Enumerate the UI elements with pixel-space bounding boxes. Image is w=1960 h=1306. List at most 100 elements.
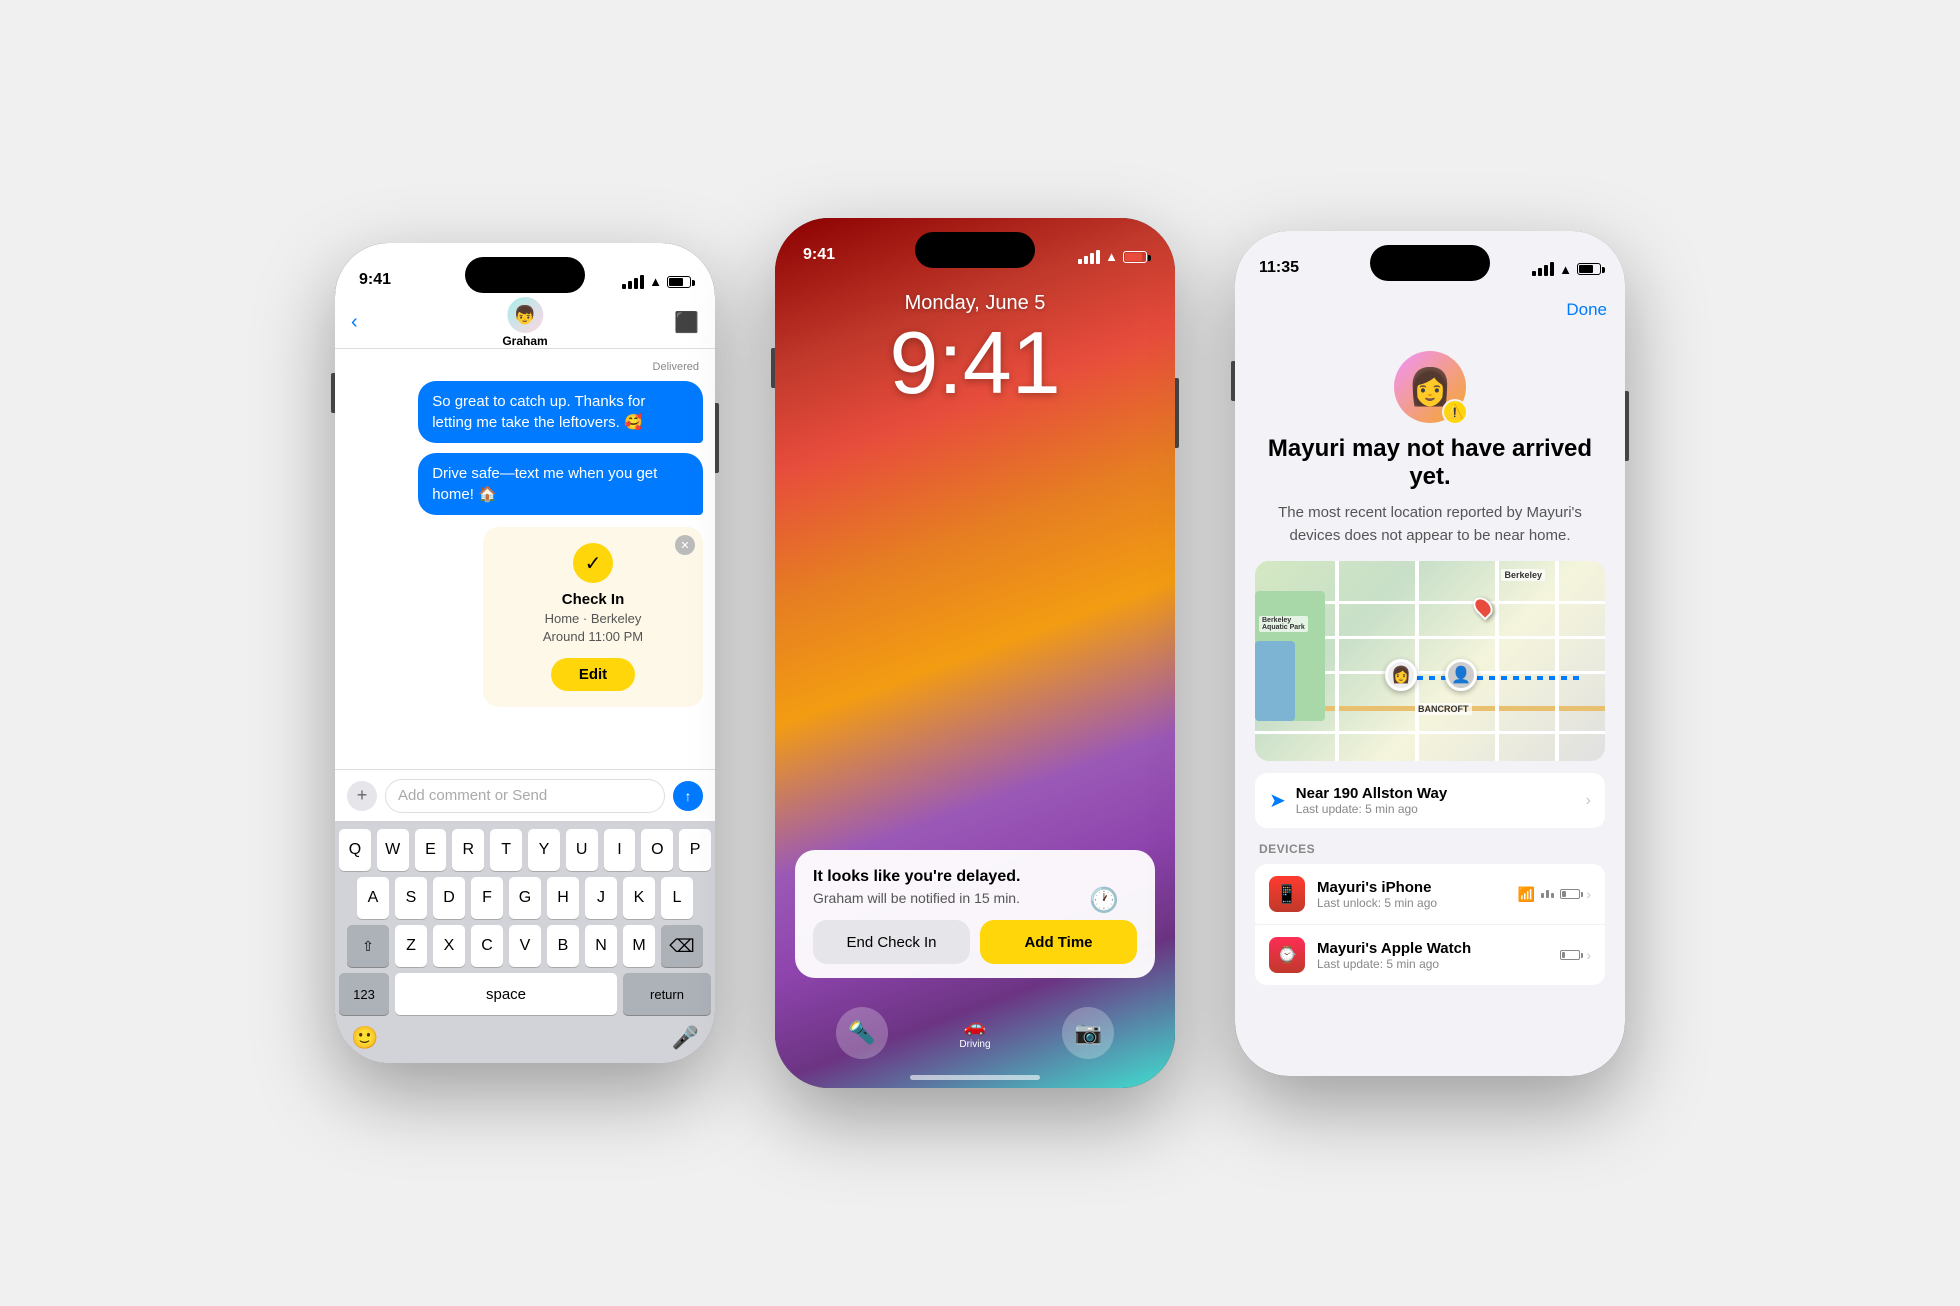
key-s[interactable]: S — [395, 877, 427, 919]
iphone-device-row[interactable]: 📱 Mayuri's iPhone Last unlock: 5 min ago… — [1255, 864, 1605, 924]
key-b[interactable]: B — [547, 925, 579, 967]
camera-icon: 📷 — [1075, 1020, 1102, 1046]
iphone-device-status: 📶 › — [1518, 886, 1591, 903]
lock-status-time: 9:41 — [803, 246, 835, 264]
iphone-device-name: Mayuri's iPhone — [1317, 879, 1437, 896]
watch-device-update: Last update: 5 min ago — [1317, 957, 1471, 971]
key-k[interactable]: K — [623, 877, 655, 919]
checkin-detail-line2: Around 11:00 PM — [543, 629, 643, 644]
signal-icon — [622, 275, 644, 289]
location-info-row[interactable]: ➤ Near 190 Allston Way Last update: 5 mi… — [1255, 773, 1605, 828]
lock-signal-bar-1 — [1078, 259, 1082, 264]
warning-badge: ⚠️ — [1442, 399, 1468, 425]
key-v[interactable]: V — [509, 925, 541, 967]
signal-bar-2 — [628, 281, 632, 289]
iphone-sig-3 — [1551, 893, 1554, 898]
key-r[interactable]: R — [452, 829, 484, 871]
key-o[interactable]: O — [641, 829, 673, 871]
key-n[interactable]: N — [585, 925, 617, 967]
add-attachment-button[interactable]: + — [347, 781, 377, 811]
lock-signal-bar-4 — [1096, 250, 1100, 264]
checkin-close-button[interactable]: ✕ — [675, 535, 695, 555]
flashlight-button[interactable]: 🔦 — [836, 1007, 888, 1059]
alert-wifi-icon: ▲ — [1559, 262, 1572, 277]
mic-button[interactable]: 🎤 — [672, 1025, 699, 1051]
done-button[interactable]: Done — [1566, 300, 1607, 320]
location-update-time: Last update: 5 min ago — [1296, 802, 1576, 816]
key-l[interactable]: L — [661, 877, 693, 919]
iphone-icon: 📱 — [1276, 884, 1298, 905]
shift-key[interactable]: ⇧ — [347, 925, 389, 967]
contact-name: Graham — [502, 334, 547, 348]
key-m[interactable]: M — [623, 925, 655, 967]
alert-status-time: 11:35 — [1259, 259, 1299, 277]
contact-info[interactable]: 👦 Graham — [502, 297, 547, 348]
location-map[interactable]: Berkeley BerkeleyAquatic Park BANCROFT 👩… — [1255, 561, 1605, 761]
send-button[interactable]: ↑ — [673, 781, 703, 811]
phone-messages: 9:41 ▲ ‹ — [335, 243, 715, 1063]
iphone-battery-fill — [1562, 891, 1565, 897]
lock-screen-notification: 🕐 It looks like you're delayed. Graham w… — [795, 850, 1155, 978]
contact-avatar: 👦 — [507, 297, 543, 333]
car-icon: 🚗 — [964, 1016, 986, 1037]
message-input-field[interactable]: Add comment or Send — [385, 779, 665, 813]
return-key[interactable]: return — [623, 973, 711, 1015]
watch-row-chevron: › — [1586, 947, 1591, 963]
notification-title: It looks like you're delayed. — [813, 868, 1137, 886]
key-x[interactable]: X — [433, 925, 465, 967]
map-label-berkeley: Berkeley — [1501, 569, 1545, 581]
key-t[interactable]: T — [490, 829, 522, 871]
alert-signal-bar-1 — [1532, 271, 1536, 276]
iphone-device-icon: 📱 — [1269, 876, 1305, 912]
keyboard-row-3: ⇧ Z X C V B N M ⌫ — [339, 925, 711, 967]
delete-key[interactable]: ⌫ — [661, 925, 703, 967]
key-a[interactable]: A — [357, 877, 389, 919]
messages-area: Delivered So great to catch up. Thanks f… — [335, 349, 715, 769]
checkin-title: Check In — [562, 591, 625, 608]
key-c[interactable]: C — [471, 925, 503, 967]
key-u[interactable]: U — [566, 829, 598, 871]
key-h[interactable]: H — [547, 877, 579, 919]
checkin-detail: Home · Berkeley Around 11:00 PM — [543, 610, 643, 646]
wifi-icon: ▲ — [649, 274, 662, 289]
alert-nav-bar: Done — [1235, 285, 1625, 335]
checkin-edit-button[interactable]: Edit — [551, 658, 635, 691]
video-call-button[interactable]: ⬛ — [674, 310, 699, 335]
map-destination-pin — [1475, 596, 1491, 618]
camera-button[interactable]: 📷 — [1062, 1007, 1114, 1059]
iphone-battery-status — [1560, 889, 1580, 899]
key-w[interactable]: W — [377, 829, 409, 871]
emoji-button[interactable]: 🙂 — [351, 1025, 378, 1051]
key-p[interactable]: P — [679, 829, 711, 871]
map-route — [1405, 676, 1585, 680]
street-h-4 — [1255, 731, 1605, 734]
iphone-row-chevron: › — [1586, 886, 1591, 902]
key-i[interactable]: I — [604, 829, 636, 871]
lock-battery-fill — [1125, 253, 1142, 261]
watch-device-icon: ⌚ — [1269, 937, 1305, 973]
key-f[interactable]: F — [471, 877, 503, 919]
key-z[interactable]: Z — [395, 925, 427, 967]
map-user-location: 👩 — [1385, 659, 1417, 691]
key-d[interactable]: D — [433, 877, 465, 919]
add-time-button[interactable]: Add Time — [980, 920, 1137, 964]
key-y[interactable]: Y — [528, 829, 560, 871]
key-j[interactable]: J — [585, 877, 617, 919]
map-water — [1255, 641, 1295, 721]
watch-device-row[interactable]: ⌚ Mayuri's Apple Watch Last update: 5 mi… — [1255, 925, 1605, 985]
end-checkin-button[interactable]: End Check In — [813, 920, 970, 964]
key-q[interactable]: Q — [339, 829, 371, 871]
key-e[interactable]: E — [415, 829, 447, 871]
space-key[interactable]: space — [395, 973, 617, 1015]
iphone-sig-1 — [1541, 893, 1544, 898]
street-v-4 — [1555, 561, 1559, 761]
numbers-key[interactable]: 123 — [339, 973, 389, 1015]
map-label-bancroft: BANCROFT — [1415, 703, 1472, 715]
key-g[interactable]: G — [509, 877, 541, 919]
back-button[interactable]: ‹ — [351, 311, 358, 334]
alert-title: Mayuri may not have arrived yet. — [1255, 435, 1605, 493]
checkin-alert-content: 👩 ⚠️ Mayuri may not have arrived yet. Th… — [1235, 335, 1625, 1076]
alert-signal-bar-3 — [1544, 265, 1548, 276]
iphone-sig-2 — [1546, 890, 1549, 898]
iphone-device-info: Mayuri's iPhone Last unlock: 5 min ago — [1317, 879, 1437, 910]
